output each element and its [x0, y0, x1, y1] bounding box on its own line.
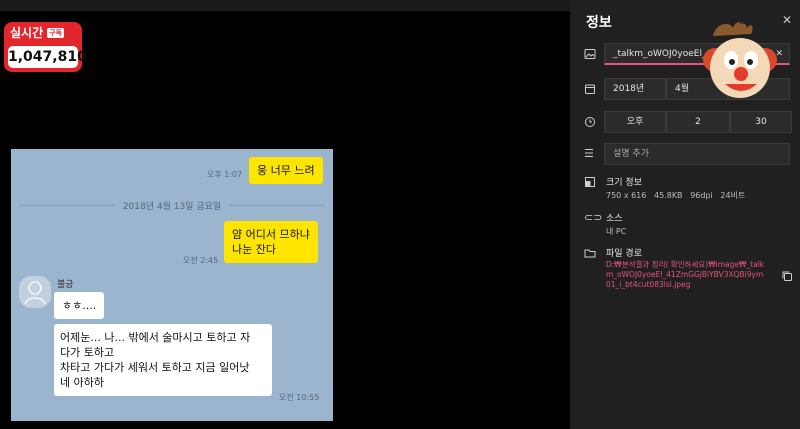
date-year-select[interactable]: 2018년: [604, 78, 666, 100]
message-line: 네 아하하: [60, 376, 104, 389]
screen: 실시간 구독 1,047,810 오후 1:07 웅 너무 느려 2018년 4…: [0, 0, 800, 429]
clown-sticker-icon: [703, 18, 777, 98]
folder-icon: [584, 247, 596, 259]
copy-icon[interactable]: [781, 267, 793, 281]
live-label: 실시간: [10, 26, 44, 40]
size-details: 750 x 616 45.8KB 96dpi 24비트: [606, 190, 745, 201]
panel-title: 정보: [586, 15, 612, 31]
default-profile-icon: [24, 281, 46, 305]
chat-bubble-other: ㅎㅎ....: [54, 292, 105, 319]
message-time: 오전 10:55: [279, 393, 320, 402]
message-line: 나눈 잔다: [232, 243, 276, 256]
message-time: 오후 1:07: [207, 170, 243, 179]
size-dpi: 96dpi: [690, 191, 713, 200]
clock-icon: [584, 116, 596, 128]
live-badge-header: 실시간 구독: [10, 24, 65, 41]
date-divider-right: [229, 205, 325, 206]
file-path-value[interactable]: D:₩분석결과 정리( 확인하세요)₩image₩_talkm_oWOJ0yoe…: [606, 260, 766, 290]
size-label: 크기 정보: [606, 178, 642, 188]
chat-screenshot: 오후 1:07 웅 너무 느려 2018년 4월 13일 금요일 오전 2:45…: [11, 149, 333, 421]
time-minute-select[interactable]: 30: [730, 111, 792, 133]
live-viewer-count: 1,047,810: [8, 46, 87, 68]
source-label: 소스: [606, 214, 623, 224]
image-icon: [584, 48, 596, 60]
chat-bubble-mine: 웅 너무 느려: [249, 157, 323, 184]
avatar: [19, 276, 51, 308]
description-input[interactable]: 설명 추가: [604, 143, 790, 165]
size-bytes: 45.8KB: [654, 191, 683, 200]
message-time: 오전 2:45: [183, 256, 219, 265]
time-hour-select[interactable]: 2: [666, 111, 730, 133]
size-bits: 24비트: [720, 191, 746, 200]
chat-bubble-mine: 얌 어디서 므하냐 나눈 잔다: [224, 221, 318, 263]
subscribe-tag: 구독: [47, 27, 65, 38]
size-icon: [584, 176, 596, 188]
live-viewer-badge: 실시간 구독 1,047,810: [4, 22, 87, 72]
message-line: 얌 어디서 므하냐: [232, 228, 310, 241]
message-line: 차타고 가다가 세워서 토하고 지금 일어낫: [60, 361, 250, 374]
description-icon: ☰: [584, 147, 594, 160]
sender-name: 불긍: [57, 280, 74, 290]
time-ampm-select[interactable]: 오후: [604, 111, 666, 133]
calendar-icon: [584, 83, 596, 95]
size-dims: 750 x 616: [606, 191, 647, 200]
link-icon: ⊂⊃: [584, 211, 603, 224]
path-label: 파일 경로: [606, 249, 642, 259]
source-value: 내 PC: [606, 227, 627, 236]
message-line: 어제눈... 나... 밖에서 술마시고 토하고 자: [60, 331, 251, 344]
chat-bubble-other: 어제눈... 나... 밖에서 술마시고 토하고 자 다가 토하고 차타고 가다…: [54, 324, 272, 396]
message-line: 다가 토하고: [60, 346, 115, 359]
